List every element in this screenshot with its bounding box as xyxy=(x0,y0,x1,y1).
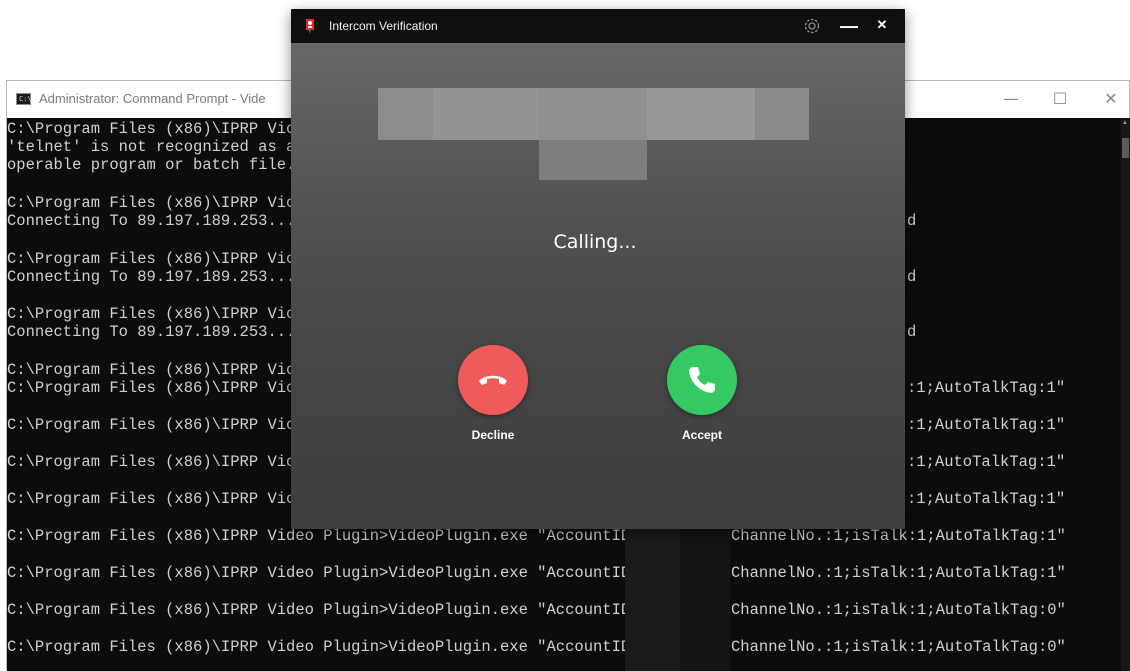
call-status: Calling... xyxy=(553,231,637,253)
console-line-fragment: d xyxy=(907,212,917,230)
accept-label: Accept xyxy=(681,428,722,442)
redacted-caller-info xyxy=(433,88,539,140)
cmd-minimize-button[interactable]: — xyxy=(989,85,1033,113)
decline-button[interactable] xyxy=(458,345,528,415)
console-line-fragment: d xyxy=(907,268,917,286)
console-line: C:\Program Files (x86)\IPRP Video Plugin… xyxy=(7,527,631,545)
intercom-titlebar[interactable]: Intercom Verification — ✕ xyxy=(291,9,905,43)
console-line: C:\Program Files (x86)\IPRP Vic xyxy=(7,250,296,268)
cmd-window-title: Administrator: Command Prompt - Vide xyxy=(39,91,266,106)
console-line: C:\Program Files (x86)\IPRP Video Plugin… xyxy=(7,564,631,582)
accept-button[interactable] xyxy=(667,345,737,415)
console-line: C:\Program Files (x86)\IPRP Vic xyxy=(7,490,296,508)
console-line: Connecting To 89.197.189.253... xyxy=(7,323,296,341)
console-line-fragment: d xyxy=(907,323,917,341)
console-line-fragment: ChannelNo.:1;isTalk:1;AutoTalkTag:1" xyxy=(731,564,1066,582)
console-line: 'telnet' is not recognized as a xyxy=(7,138,296,156)
intercom-app-icon xyxy=(306,19,314,34)
intercom-call-panel: Calling... Decline Accept xyxy=(291,43,905,529)
redacted-caller-info xyxy=(378,88,433,140)
console-line: Connecting To 89.197.189.253... xyxy=(7,212,296,230)
console-line: Connecting To 89.197.189.253... xyxy=(7,268,296,286)
console-line: C:\Program Files (x86)\IPRP Video Plugin… xyxy=(7,601,631,619)
cmd-close-button[interactable]: ✕ xyxy=(1089,85,1130,113)
redacted-caller-info xyxy=(647,88,755,140)
cmd-scrollbar[interactable]: ▲ xyxy=(1121,118,1130,671)
console-line-fragment: ChannelNo.:1;isTalk:1;AutoTalkTag:0" xyxy=(731,601,1066,619)
gear-icon[interactable] xyxy=(802,16,822,36)
console-line: C:\Program Files (x86)\IPRP Video Plugin… xyxy=(7,638,631,656)
redacted-caller-info xyxy=(539,140,647,180)
console-line-fragment: :1;AutoTalkTag:1" xyxy=(907,490,1066,508)
intercom-minimize-button[interactable]: — xyxy=(840,14,858,36)
console-line: C:\Program Files (x86)\IPRP Vic xyxy=(7,120,296,138)
console-line: C:\Program Files (x86)\IPRP Vic xyxy=(7,305,296,323)
cmd-maximize-button[interactable]: ☐ xyxy=(1038,85,1082,113)
scroll-up-icon[interactable]: ▲ xyxy=(1122,120,1128,126)
redacted-caller-info xyxy=(755,88,809,140)
phone-icon xyxy=(689,367,715,393)
intercom-title: Intercom Verification xyxy=(329,19,438,33)
console-line: C:\Program Files (x86)\IPRP Vic xyxy=(7,361,296,379)
console-line: C:\Program Files (x86)\IPRP Vic xyxy=(7,416,296,434)
console-line: operable program or batch file. xyxy=(7,156,296,174)
cmd-icon: C:\ xyxy=(16,93,32,105)
scroll-thumb[interactable] xyxy=(1122,138,1129,158)
console-line-fragment: ChannelNo.:1;isTalk:1;AutoTalkTag:0" xyxy=(731,638,1066,656)
intercom-verification-dialog: Intercom Verification — ✕ Calling... Dec… xyxy=(291,9,905,529)
console-line: C:\Program Files (x86)\IPRP Vic xyxy=(7,453,296,471)
console-line: C:\Program Files (x86)\IPRP Vic xyxy=(7,194,296,212)
redacted-region xyxy=(680,518,730,671)
console-line-fragment: ChannelNo.:1;isTalk:1;AutoTalkTag:1" xyxy=(731,527,1066,545)
console-line-fragment: :1;AutoTalkTag:1" xyxy=(907,416,1066,434)
phone-hangup-icon xyxy=(479,375,507,385)
redacted-region xyxy=(625,518,680,671)
console-line-fragment: :1;AutoTalkTag:1" xyxy=(907,379,1066,397)
console-line-fragment: :1;AutoTalkTag:1" xyxy=(907,453,1066,471)
intercom-close-button[interactable]: ✕ xyxy=(873,14,891,36)
console-line: C:\Program Files (x86)\IPRP Vic xyxy=(7,379,296,397)
redacted-caller-info xyxy=(539,88,647,140)
decline-label: Decline xyxy=(471,428,515,442)
